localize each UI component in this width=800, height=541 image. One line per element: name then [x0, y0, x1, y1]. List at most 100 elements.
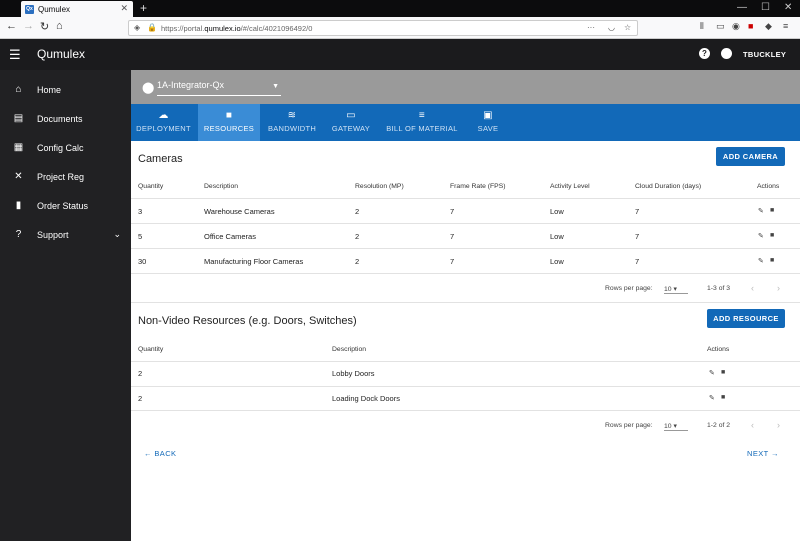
prev-page-icon[interactable]: ‹ [751, 420, 754, 430]
next-page-icon[interactable]: › [777, 420, 780, 430]
column-header: Description [204, 183, 238, 190]
caret-down-icon: ▾ [673, 423, 677, 430]
extension-icon[interactable]: ■ [748, 21, 753, 31]
sidebar-item-support[interactable]: ? Support ⌄ [0, 220, 131, 249]
delete-icon[interactable]: ■ [770, 207, 774, 214]
table-cell: Manufacturing Floor Cameras [204, 257, 304, 266]
url-prefix: https://portal. [161, 23, 205, 33]
hamburger-menu-icon[interactable]: ☰ [9, 47, 21, 63]
resources-title: Non-Video Resources (e.g. Doors, Switche… [138, 315, 357, 327]
account-icon[interactable]: ◉ [732, 21, 740, 32]
sidebar-toggle-icon[interactable]: ▭ [716, 21, 725, 32]
close-window-icon[interactable]: ✕ [784, 2, 792, 13]
brand-name: Qumulex [37, 47, 86, 61]
column-header: Quantity [138, 346, 164, 353]
edit-icon[interactable]: ✎ [758, 207, 764, 215]
sidebar-item-home[interactable]: ⌂ Home [0, 75, 131, 104]
close-tab-icon[interactable]: ✕ [120, 3, 128, 14]
tab-bandwidth[interactable]: ≋ BANDWIDTH [263, 104, 321, 141]
rows-per-page-select[interactable]: 10 ▾ [664, 285, 688, 294]
sidebar-item-label: Order Status [37, 200, 89, 211]
lock-icon: 🔒 [147, 23, 157, 32]
table-cell: Warehouse Cameras [204, 207, 275, 216]
add-resource-button[interactable]: ADD RESOURCE [707, 309, 785, 328]
home-browser-icon[interactable]: ⌂ [56, 20, 63, 32]
divider [131, 410, 800, 411]
prev-page-icon[interactable]: ‹ [751, 283, 754, 293]
column-header: Resolution (MP) [355, 183, 404, 190]
shield-icon: ◈ [134, 23, 141, 32]
caret-down-icon: ▾ [673, 286, 677, 293]
delete-icon[interactable]: ■ [721, 394, 725, 401]
forward-arrow-icon[interactable]: → [23, 20, 34, 32]
table-cell: 7 [635, 232, 640, 241]
back-arrow-icon[interactable]: ← [6, 20, 17, 32]
add-camera-button[interactable]: ADD CAMERA [716, 147, 785, 166]
sidebar-item-order-status[interactable]: ▮ Order Status [0, 191, 131, 220]
browser-tab[interactable]: Qx Qumulex ✕ [21, 1, 133, 17]
tab-deployment[interactable]: ☁ DEPLOYMENT [131, 104, 196, 141]
browser-menu-icon[interactable]: ≡ [783, 21, 788, 31]
tab-bill-of-material[interactable]: ≡ BILL OF MATERIAL [383, 104, 461, 141]
wifi-icon: ≋ [287, 110, 297, 121]
more-icon[interactable]: ··· [587, 23, 595, 32]
tab-label: DEPLOYMENT [136, 124, 191, 133]
column-header: Description [332, 346, 366, 353]
table-cell: Low [550, 232, 564, 241]
video-camera-icon: ■ [225, 110, 233, 121]
rows-per-page-select[interactable]: 10 ▾ [664, 422, 688, 431]
help-icon[interactable]: ? [699, 48, 710, 59]
next-button[interactable]: NEXT → [747, 449, 779, 458]
pocket-icon[interactable]: ◡ [608, 23, 615, 32]
tab-resources[interactable]: ■ RESOURCES [198, 104, 260, 141]
tab-label: GATEWAY [331, 124, 371, 133]
tab-save[interactable]: ▣ SAVE [471, 104, 505, 141]
shield-ext-icon[interactable]: ◆ [765, 21, 772, 32]
rows-per-page-label: Rows per page: [605, 422, 653, 429]
tab-gateway[interactable]: ▭ GATEWAY [326, 104, 376, 141]
dropdown-arrow-icon: ▼ [272, 83, 279, 90]
browser-tab-bar: Qx Qumulex ✕ + — ☐ ✕ [0, 0, 800, 17]
divider [131, 361, 800, 362]
delete-icon[interactable]: ■ [721, 369, 725, 376]
back-button[interactable]: ← BACK [144, 449, 176, 458]
rows-per-page-label: Rows per page: [605, 285, 653, 292]
delete-icon[interactable]: ■ [770, 257, 774, 264]
home-icon: ⌂ [15, 84, 22, 95]
location-select[interactable]: 1A-Integrator-Qx ▼ [157, 80, 281, 96]
edit-icon[interactable]: ✎ [709, 369, 715, 377]
sidebar: ⌂ Home ▤ Documents ▦ Config Calc ✕ Proje… [0, 70, 131, 541]
calculator-icon: ▦ [13, 142, 24, 153]
tab-label: BANDWIDTH [267, 124, 317, 133]
library-icon[interactable]: ⫴ [700, 21, 704, 32]
new-tab-button[interactable]: + [140, 1, 147, 15]
table-cell: 2 [355, 257, 360, 266]
location-pin-icon: ⬤ [142, 82, 155, 94]
browser-tab-title: Qumulex [38, 4, 71, 14]
table-cell: 7 [635, 207, 640, 216]
next-page-icon[interactable]: › [777, 283, 780, 293]
star-icon[interactable]: ☆ [624, 23, 631, 32]
maximize-icon[interactable]: ☐ [761, 2, 770, 13]
next-label: NEXT [747, 449, 769, 458]
column-header: Activity Level [550, 183, 590, 190]
table-cell: Office Cameras [204, 232, 256, 241]
help-circle-icon: ? [15, 229, 22, 240]
url-bar[interactable]: ◈ 🔒 https://portal. qumulex.io/#/calc/402… [128, 20, 638, 36]
reload-icon[interactable]: ↻ [40, 20, 49, 33]
sidebar-item-documents[interactable]: ▤ Documents [0, 104, 131, 133]
edit-icon[interactable]: ✎ [709, 394, 715, 402]
column-header: Quantity [138, 183, 164, 190]
sidebar-item-label: Home [37, 84, 62, 95]
sidebar-item-config-calc[interactable]: ▦ Config Calc [0, 133, 131, 162]
sidebar-item-label: Documents [37, 113, 83, 124]
user-name[interactable]: TBUCKLEY [743, 50, 786, 59]
sidebar-item-project-reg[interactable]: ✕ Project Reg [0, 162, 131, 191]
edit-icon[interactable]: ✎ [758, 257, 764, 265]
delete-icon[interactable]: ■ [770, 232, 774, 239]
page-range: 1-3 of 3 [707, 285, 731, 292]
minimize-icon[interactable]: — [737, 2, 747, 13]
edit-icon[interactable]: ✎ [758, 232, 764, 240]
tools-icon: ✕ [14, 171, 23, 182]
user-avatar-icon[interactable] [721, 48, 732, 59]
